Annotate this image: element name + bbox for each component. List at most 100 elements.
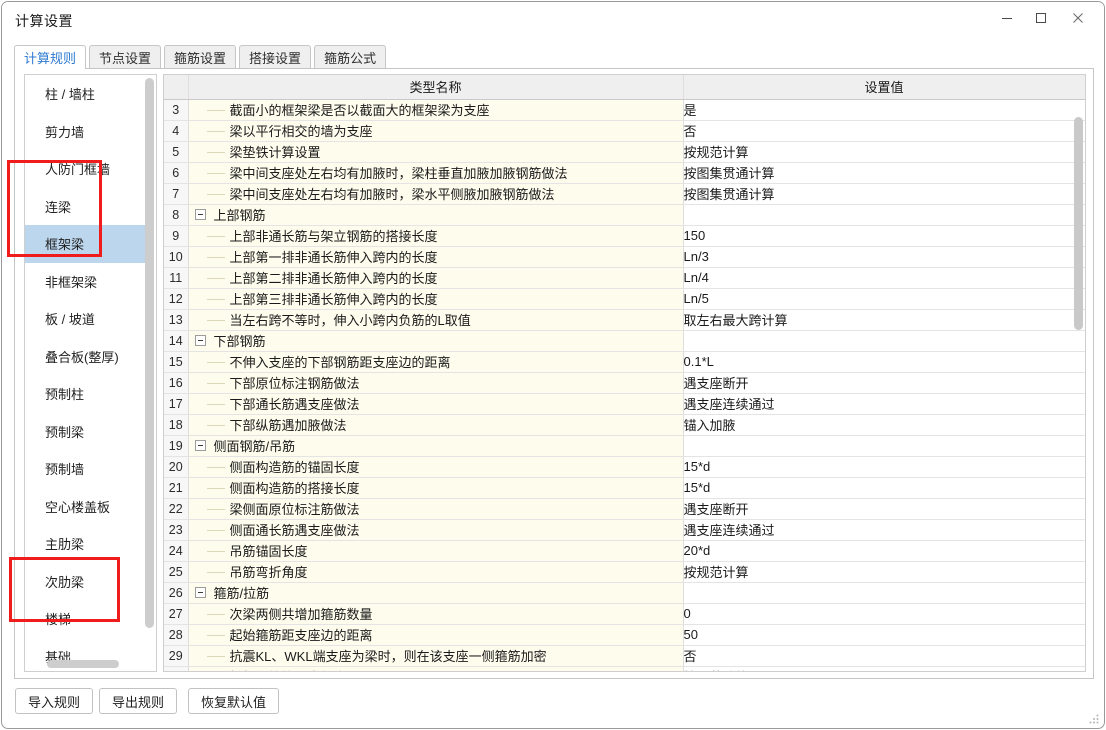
row-type-name-cell[interactable]: 梁侧面原位标注筋做法: [188, 498, 684, 520]
row-setting-value-cell[interactable]: 遇支座断开: [683, 498, 1085, 520]
row-type-name-cell[interactable]: 下部通长筋遇支座做法: [188, 393, 684, 415]
row-type-name-cell[interactable]: 下部原位标注钢筋做法: [188, 372, 684, 394]
row-setting-value-cell[interactable]: 遇支座断开: [683, 372, 1085, 394]
table-row[interactable]: 24 吊筋锚固长度 20*d: [164, 540, 1085, 562]
footer-button-1[interactable]: 导出规则: [99, 688, 178, 714]
table-row[interactable]: 17 下部通长筋遇支座做法 遇支座连续通过: [164, 393, 1085, 415]
row-type-name-cell[interactable]: 截面小的框架梁是否以截面大的框架梁为支座: [188, 99, 684, 121]
table-row[interactable]: 8 上部钢筋: [164, 204, 1085, 226]
minimize-button[interactable]: [990, 2, 1024, 34]
sidebar-item-5[interactable]: 非框架梁: [25, 263, 145, 301]
row-setting-value-cell[interactable]: 遇支座连续通过: [683, 519, 1085, 541]
row-setting-value-cell[interactable]: 按图集贯通计算: [683, 162, 1085, 184]
sidebar-item-2[interactable]: 人防门框墙: [25, 150, 145, 188]
table-row[interactable]: 27 次梁两侧共增加箍筋数量 0: [164, 603, 1085, 625]
table-row[interactable]: 21 侧面构造筋的搭接长度 15*d: [164, 477, 1085, 499]
sidebar-item-11[interactable]: 空心楼盖板: [25, 488, 145, 526]
table-row[interactable]: 10 上部第一排非通长筋伸入跨内的长度 Ln/3: [164, 246, 1085, 268]
sidebar-item-14[interactable]: 楼梯: [25, 600, 145, 638]
table-row[interactable]: 6 梁中间支座处左右均有加腋时，梁柱垂直加腋加腋钢筋做法 按图集贯通计算: [164, 162, 1085, 184]
row-setting-value-cell[interactable]: [683, 204, 1085, 226]
resize-grip-icon[interactable]: [1088, 713, 1100, 725]
row-setting-value-cell[interactable]: Ln/4: [683, 267, 1085, 289]
col-header-setting-value[interactable]: 设置值: [683, 75, 1085, 100]
sidebar-item-13[interactable]: 次肋梁: [25, 563, 145, 601]
row-setting-value-cell[interactable]: 15*d: [683, 456, 1085, 478]
table-row[interactable]: 28 起始箍筋距支座边的距离 50: [164, 624, 1085, 646]
row-type-name-cell[interactable]: 次梁两侧共增加箍筋数量: [188, 603, 684, 625]
row-setting-value-cell[interactable]: Ln/3: [683, 246, 1085, 268]
sidebar-item-0[interactable]: 柱 / 墙柱: [25, 75, 145, 113]
row-setting-value-cell[interactable]: [683, 435, 1085, 457]
table-row[interactable]: 14 下部钢筋: [164, 330, 1085, 352]
table-row[interactable]: 13 当左右跨不等时，伸入小跨内负筋的L取值 取左右最大跨计算: [164, 309, 1085, 331]
sidebar-item-1[interactable]: 剪力墙: [25, 113, 145, 151]
row-type-name-cell[interactable]: 侧面通长筋遇支座做法: [188, 519, 684, 541]
row-type-name-cell[interactable]: 梁中间支座处左右均有加腋时，梁柱垂直加腋加腋钢筋做法: [188, 162, 684, 184]
sidebar-item-7[interactable]: 叠合板(整厚): [25, 338, 145, 376]
row-type-name-cell[interactable]: 上部非通长筋与架立钢筋的搭接长度: [188, 225, 684, 247]
row-type-name-cell[interactable]: 梁以平行相交的墙为支座: [188, 120, 684, 142]
sidebar-item-12[interactable]: 主肋梁: [25, 525, 145, 563]
row-setting-value-cell[interactable]: 0.1*L: [683, 351, 1085, 373]
table-row[interactable]: 30 框架梁箍筋加密长度 按规范计算: [164, 666, 1085, 671]
row-type-name-cell[interactable]: 侧面钢筋/吊筋: [188, 435, 684, 457]
sidebar-item-6[interactable]: 板 / 坡道: [25, 300, 145, 338]
collapse-minus-icon[interactable]: [194, 587, 206, 598]
row-setting-value-cell[interactable]: 否: [683, 645, 1085, 667]
tab-0[interactable]: 计算规则: [14, 45, 87, 70]
row-type-name-cell[interactable]: 梁垫铁计算设置: [188, 141, 684, 163]
row-setting-value-cell[interactable]: 15*d: [683, 477, 1085, 499]
table-row[interactable]: 26 箍筋/拉筋: [164, 582, 1085, 604]
table-row[interactable]: 12 上部第三排非通长筋伸入跨内的长度 Ln/5: [164, 288, 1085, 310]
table-row[interactable]: 5 梁垫铁计算设置 按规范计算: [164, 141, 1085, 163]
table-row[interactable]: 29 抗震KL、WKL端支座为梁时，则在该支座一侧箍筋加密 否: [164, 645, 1085, 667]
row-setting-value-cell[interactable]: 遇支座连续通过: [683, 393, 1085, 415]
row-type-name-cell[interactable]: 吊筋弯折角度: [188, 561, 684, 583]
sidebar-item-8[interactable]: 预制柱: [25, 375, 145, 413]
tab-2[interactable]: 箍筋设置: [164, 45, 237, 69]
collapse-minus-icon[interactable]: [194, 440, 206, 451]
col-header-rownum[interactable]: [164, 75, 189, 100]
collapse-minus-icon[interactable]: [194, 335, 206, 346]
table-row[interactable]: 16 下部原位标注钢筋做法 遇支座断开: [164, 372, 1085, 394]
table-row[interactable]: 18 下部纵筋遇加腋做法 锚入加腋: [164, 414, 1085, 436]
row-type-name-cell[interactable]: 侧面构造筋的搭接长度: [188, 477, 684, 499]
row-setting-value-cell[interactable]: 否: [683, 120, 1085, 142]
sidebar-vscrollbar-thumb[interactable]: [145, 78, 154, 628]
row-setting-value-cell[interactable]: 0: [683, 603, 1085, 625]
row-setting-value-cell[interactable]: 按规范计算: [683, 141, 1085, 163]
table-row[interactable]: 15 不伸入支座的下部钢筋距支座边的距离 0.1*L: [164, 351, 1085, 373]
tab-3[interactable]: 搭接设置: [239, 45, 312, 69]
row-setting-value-cell[interactable]: 20*d: [683, 540, 1085, 562]
sidebar-item-4[interactable]: 框架梁: [25, 225, 145, 263]
table-row[interactable]: 20 侧面构造筋的锚固长度 15*d: [164, 456, 1085, 478]
row-setting-value-cell[interactable]: 锚入加腋: [683, 414, 1085, 436]
table-row[interactable]: 19 侧面钢筋/吊筋: [164, 435, 1085, 457]
footer-button-0[interactable]: 导入规则: [15, 688, 94, 714]
close-button[interactable]: [1061, 2, 1095, 34]
row-setting-value-cell[interactable]: 50: [683, 624, 1085, 646]
sidebar-item-3[interactable]: 连梁: [25, 188, 145, 226]
row-setting-value-cell[interactable]: Ln/5: [683, 288, 1085, 310]
row-type-name-cell[interactable]: 下部纵筋遇加腋做法: [188, 414, 684, 436]
row-type-name-cell[interactable]: 不伸入支座的下部钢筋距支座边的距离: [188, 351, 684, 373]
row-type-name-cell[interactable]: 起始箍筋距支座边的距离: [188, 624, 684, 646]
tab-4[interactable]: 箍筋公式: [314, 45, 387, 69]
sidebar-item-10[interactable]: 预制墙: [25, 450, 145, 488]
sidebar-hscrollbar-thumb[interactable]: [47, 660, 119, 668]
row-type-name-cell[interactable]: 箍筋/拉筋: [188, 582, 684, 604]
row-type-name-cell[interactable]: 梁中间支座处左右均有加腋时，梁水平侧腋加腋钢筋做法: [188, 183, 684, 205]
table-row[interactable]: 3 截面小的框架梁是否以截面大的框架梁为支座 是: [164, 99, 1085, 121]
row-type-name-cell[interactable]: 抗震KL、WKL端支座为梁时，则在该支座一侧箍筋加密: [188, 645, 684, 667]
row-setting-value-cell[interactable]: 按图集贯通计算: [683, 183, 1085, 205]
row-setting-value-cell[interactable]: [683, 330, 1085, 352]
row-type-name-cell[interactable]: 上部第三排非通长筋伸入跨内的长度: [188, 288, 684, 310]
col-header-type-name[interactable]: 类型名称: [188, 75, 684, 100]
row-setting-value-cell[interactable]: 按规范计算: [683, 561, 1085, 583]
row-type-name-cell[interactable]: 吊筋锚固长度: [188, 540, 684, 562]
row-type-name-cell[interactable]: 上部第一排非通长筋伸入跨内的长度: [188, 246, 684, 268]
row-type-name-cell[interactable]: 上部第二排非通长筋伸入跨内的长度: [188, 267, 684, 289]
row-type-name-cell[interactable]: 框架梁箍筋加密长度: [188, 666, 684, 671]
tab-1[interactable]: 节点设置: [89, 45, 162, 69]
